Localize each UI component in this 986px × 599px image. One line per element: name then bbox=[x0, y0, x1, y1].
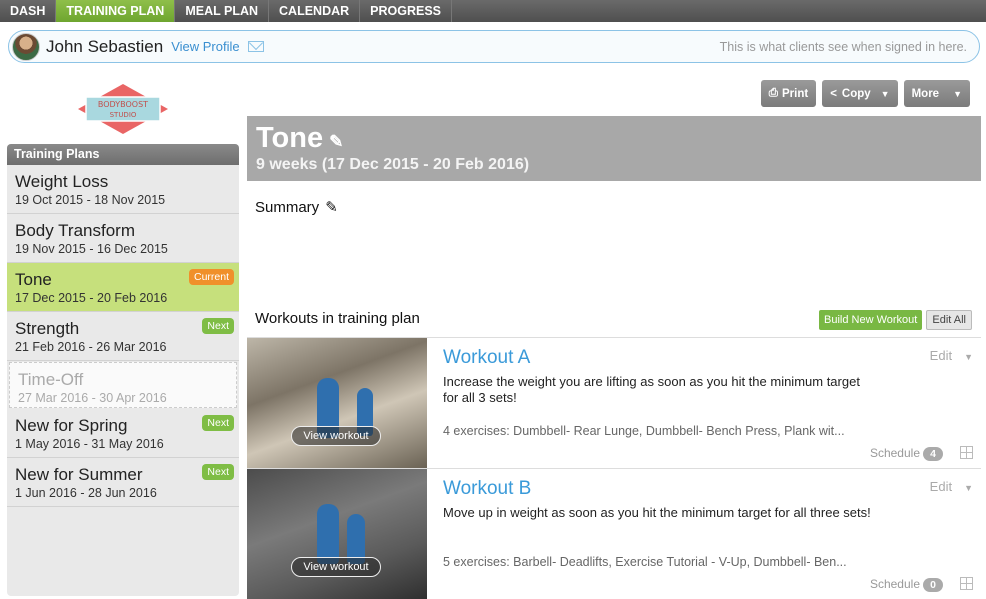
nav-tab-dash[interactable]: DASH bbox=[0, 0, 57, 22]
copy-button[interactable]: < Copy ▼ bbox=[822, 80, 898, 107]
view-workout-button[interactable]: View workout bbox=[291, 426, 381, 446]
plan-name: Weight Loss bbox=[15, 172, 109, 191]
edit-title-pencil-icon[interactable]: ✎ bbox=[329, 132, 343, 151]
sidebar-header: Training Plans bbox=[7, 144, 239, 165]
view-profile-link[interactable]: View Profile bbox=[171, 39, 239, 54]
edit-all-button[interactable]: Edit All bbox=[926, 310, 972, 330]
chevron-down-icon: ▼ bbox=[964, 483, 973, 493]
plan-item-new-for-summer[interactable]: New for Summer 1 Jun 2016 - 28 Jun 2016 … bbox=[7, 458, 239, 507]
logo-text-line1: BODYBOOST bbox=[98, 100, 148, 109]
edit-label: Edit bbox=[929, 348, 953, 363]
plan-title-row: Tone ✎ bbox=[256, 122, 981, 155]
workout-exercises: 5 exercises: Barbell- Deadlifts, Exercis… bbox=[443, 555, 847, 569]
plan-item-time-off[interactable]: Time-Off 27 Mar 2016 - 30 Apr 2016 bbox=[9, 362, 237, 408]
logo-text-line2: STUDIO bbox=[110, 111, 137, 119]
printer-icon: ⎙ bbox=[768, 87, 778, 99]
plan-item-body-transform[interactable]: Body Transform 19 Nov 2015 - 16 Dec 2015 bbox=[7, 214, 239, 263]
workout-exercises: 4 exercises: Dumbbell- Rear Lunge, Dumbb… bbox=[443, 424, 845, 438]
plan-dates: 1 Jun 2016 - 28 Jun 2016 bbox=[15, 486, 157, 500]
build-new-workout-button[interactable]: Build New Workout bbox=[819, 310, 923, 330]
workouts-actions: Build New Workout Edit All bbox=[819, 310, 972, 330]
plan-item-weight-loss[interactable]: Weight Loss 19 Oct 2015 - 18 Nov 2015 bbox=[7, 165, 239, 214]
more-label: More bbox=[911, 87, 940, 100]
plan-dates: 1 May 2016 - 31 May 2016 bbox=[15, 437, 164, 451]
plan-title: Tone bbox=[256, 122, 324, 154]
plan-name: Time-Off bbox=[18, 370, 84, 389]
plan-dates: 19 Oct 2015 - 18 Nov 2015 bbox=[15, 193, 166, 207]
client-view-note: This is what clients see when signed in … bbox=[719, 39, 967, 54]
schedule-link[interactable]: Schedule 4 bbox=[870, 446, 943, 461]
nav-tab-calendar[interactable]: CALENDAR bbox=[269, 0, 361, 22]
workout-card: View workout Workout A Increase the weig… bbox=[247, 338, 981, 468]
chevron-down-icon: ▼ bbox=[953, 88, 962, 99]
client-bar: John Sebastien View Profile This is what… bbox=[8, 30, 980, 63]
plan-item-new-for-spring[interactable]: New for Spring 1 May 2016 - 31 May 2016 … bbox=[7, 409, 239, 458]
workout-name[interactable]: Workout A bbox=[443, 347, 530, 369]
plan-header: Tone ✎ 9 weeks (17 Dec 2015 - 20 Feb 2016… bbox=[247, 116, 981, 181]
plan-dates: 19 Nov 2015 - 16 Dec 2015 bbox=[15, 242, 168, 256]
edit-label: Edit bbox=[929, 479, 953, 494]
workout-name[interactable]: Workout B bbox=[443, 478, 531, 500]
client-avatar bbox=[12, 32, 40, 61]
schedule-count-badge: 0 bbox=[923, 578, 943, 592]
nav-tab-training-plan[interactable]: TRAINING PLAN bbox=[56, 0, 176, 22]
plan-dates: 17 Dec 2015 - 20 Feb 2016 bbox=[15, 291, 168, 305]
calendar-grid-icon[interactable] bbox=[960, 577, 973, 590]
print-button[interactable]: ⎙ Print bbox=[760, 80, 817, 107]
nav-tab-meal-plan[interactable]: MEAL PLAN bbox=[175, 0, 270, 22]
more-button[interactable]: More ▼ bbox=[903, 80, 970, 107]
edit-summary-pencil-icon[interactable]: ✎ bbox=[325, 199, 338, 216]
client-name: John Sebastien bbox=[46, 36, 164, 56]
schedule-label: Schedule bbox=[869, 446, 920, 460]
current-badge: Current bbox=[188, 269, 234, 285]
calendar-grid-icon[interactable] bbox=[960, 446, 973, 459]
workouts-heading: Workouts in training plan bbox=[255, 310, 420, 327]
plan-duration: 9 weeks (17 Dec 2015 - 20 Feb 2016) bbox=[256, 156, 530, 173]
summary-label: Summary bbox=[255, 199, 320, 216]
training-plans-sidebar: Training Plans Weight Loss 19 Oct 2015 -… bbox=[7, 144, 239, 596]
nav-tab-progress[interactable]: PROGRESS bbox=[360, 0, 453, 22]
workout-edit-dropdown[interactable]: Edit ▼ bbox=[930, 348, 973, 363]
chevron-down-icon: ▼ bbox=[964, 352, 973, 362]
mail-icon[interactable] bbox=[247, 41, 264, 52]
next-badge: Next bbox=[202, 415, 234, 431]
next-badge: Next bbox=[202, 464, 234, 480]
workout-thumbnail[interactable]: View workout bbox=[247, 338, 427, 468]
plan-dates: 27 Mar 2016 - 30 Apr 2016 bbox=[18, 391, 167, 405]
share-icon: < bbox=[830, 87, 837, 100]
workout-card: View workout Workout B Move up in weight… bbox=[247, 469, 981, 599]
next-badge: Next bbox=[202, 318, 234, 334]
summary-row: Summary ✎ bbox=[255, 198, 338, 216]
schedule-count-badge: 4 bbox=[923, 447, 943, 461]
schedule-link[interactable]: Schedule 0 bbox=[870, 577, 943, 592]
workout-thumbnail[interactable]: View workout bbox=[247, 469, 427, 599]
print-label: Print bbox=[782, 87, 809, 100]
plan-item-strength[interactable]: Strength 21 Feb 2016 - 26 Mar 2016 Next bbox=[7, 312, 239, 361]
athlete-figure bbox=[317, 504, 339, 564]
workout-description: Move up in weight as soon as you hit the… bbox=[443, 505, 871, 520]
plan-dates: 21 Feb 2016 - 26 Mar 2016 bbox=[15, 340, 167, 354]
workout-description: Increase the weight you are lifting as s… bbox=[443, 374, 860, 405]
plan-name: Body Transform bbox=[15, 221, 135, 240]
plan-item-tone[interactable]: Tone 17 Dec 2015 - 20 Feb 2016 Current bbox=[7, 263, 239, 312]
chevron-down-icon: ▼ bbox=[880, 88, 890, 99]
top-nav: DASH TRAINING PLAN MEAL PLAN CALENDAR PR… bbox=[0, 0, 986, 22]
schedule-label: Schedule bbox=[869, 577, 920, 591]
plan-toolbar: ⎙ Print < Copy ▼ More ▼ bbox=[760, 80, 970, 107]
workout-edit-dropdown[interactable]: Edit ▼ bbox=[930, 479, 973, 494]
copy-label: Copy bbox=[841, 87, 871, 100]
view-workout-button[interactable]: View workout bbox=[291, 557, 381, 577]
studio-logo: BODYBOOST STUDIO bbox=[78, 84, 168, 134]
